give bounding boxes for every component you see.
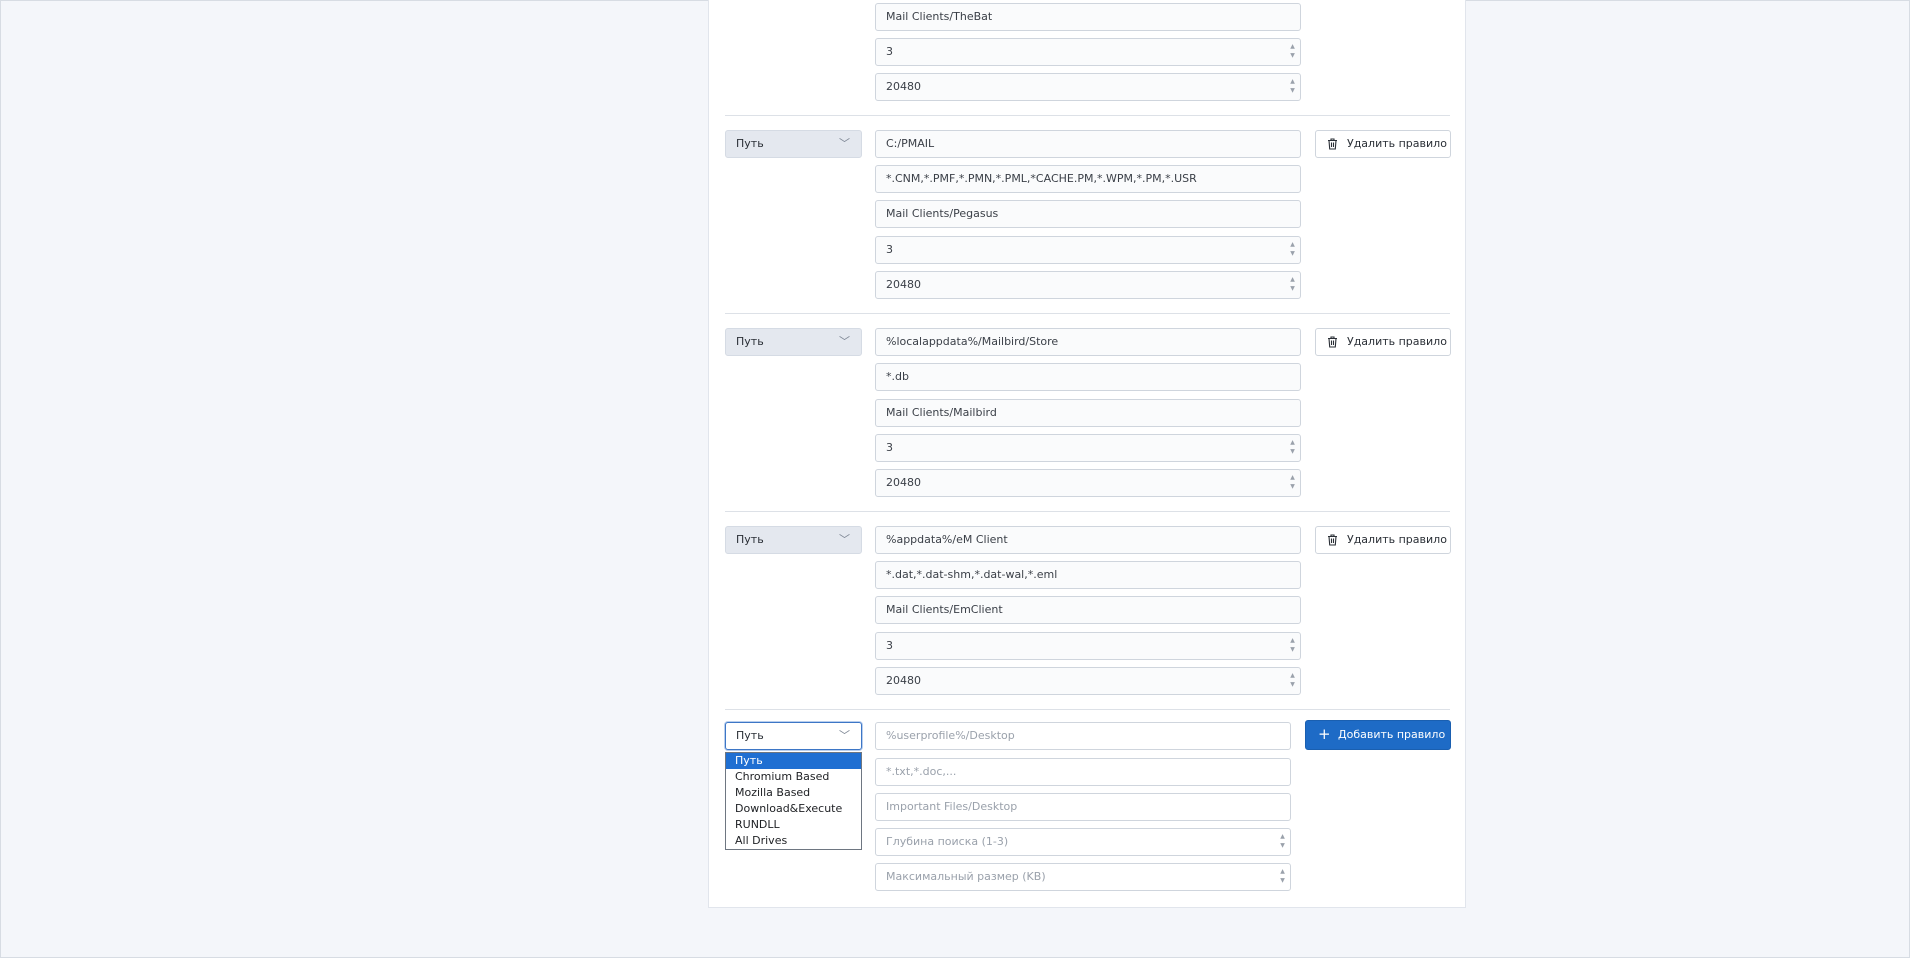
rule-depth-input[interactable]: 3 ▲ ▼	[875, 236, 1301, 264]
chevron-down-icon: ﹀	[839, 729, 850, 742]
delete-rule-button[interactable]: Удалить правило	[1315, 130, 1451, 158]
rule-mask-input[interactable]: *.CNM,*.PMF,*.PMN,*.PML,*CACHE.PM,*.WPM,…	[875, 165, 1301, 193]
spinner-arrows-icon[interactable]: ▲ ▼	[1278, 867, 1287, 887]
delete-rule-button[interactable]: Удалить правило	[1315, 526, 1451, 554]
spinner-arrows-icon[interactable]: ▲ ▼	[1288, 438, 1297, 458]
rule-separator	[725, 511, 1450, 512]
spinner-arrows-icon[interactable]: ▲ ▼	[1288, 275, 1297, 295]
rule-name-input[interactable]: Mail Clients/TheBat	[875, 3, 1301, 31]
add-rule-button[interactable]: + Добавить правило	[1305, 720, 1451, 750]
delete-rule-label: Удалить правило	[1347, 533, 1447, 546]
rule-depth-input[interactable]: 3 ▲ ▼	[875, 632, 1301, 660]
rule-name-input[interactable]: Mail Clients/Mailbird	[875, 399, 1301, 427]
chevron-down-icon: ﹀	[839, 533, 850, 546]
rule-type-select[interactable]: Путь ﹀	[725, 130, 862, 158]
spinner-arrows-icon[interactable]: ▲ ▼	[1288, 77, 1297, 97]
delete-rule-label: Удалить правило	[1347, 335, 1447, 348]
spinner-arrows-icon[interactable]: ▲ ▼	[1288, 473, 1297, 493]
new-rule-name-input[interactable]: Important Files/Desktop	[875, 793, 1291, 821]
rule-mask-input[interactable]: *.db	[875, 363, 1301, 391]
rule-path-input[interactable]: %localappdata%/Mailbird/Store	[875, 328, 1301, 356]
rule-type-select[interactable]: Путь ﹀	[725, 328, 862, 356]
rule-separator	[725, 313, 1450, 314]
chevron-down-icon: ﹀	[839, 137, 850, 150]
rule-type-dropdown[interactable]: Путь Chromium Based Mozilla Based Downlo…	[725, 752, 862, 850]
rule-name-input[interactable]: Mail Clients/EmClient	[875, 596, 1301, 624]
chevron-down-icon: ﹀	[839, 335, 850, 348]
new-rule-mask-input[interactable]: *.txt,*.doc,...	[875, 758, 1291, 786]
rule-max-size-input[interactable]: 20480 ▲ ▼	[875, 73, 1301, 101]
dropdown-option-rundll[interactable]: RUNDLL	[726, 817, 861, 833]
new-rule-depth-input[interactable]: Глубина поиска (1-3) ▲ ▼	[875, 828, 1291, 856]
rule-separator	[725, 115, 1450, 116]
spinner-arrows-icon[interactable]: ▲ ▼	[1288, 636, 1297, 656]
rules-card: Mail Clients/TheBat 3 ▲ ▼ 20480 ▲ ▼ Путь ﹀ C:…	[708, 0, 1466, 908]
new-rule-type-select[interactable]: Путь ﹀	[725, 722, 862, 750]
delete-rule-label: Удалить правило	[1347, 137, 1447, 150]
trash-icon	[1328, 138, 1337, 150]
rule-separator	[725, 709, 1450, 710]
spinner-arrows-icon[interactable]: ▲ ▼	[1278, 832, 1287, 852]
rule-path-input[interactable]: C:/PMAIL	[875, 130, 1301, 158]
rule-depth-input[interactable]: 3 ▲ ▼	[875, 38, 1301, 66]
rule-name-input[interactable]: Mail Clients/Pegasus	[875, 200, 1301, 228]
rule-max-size-input[interactable]: 20480 ▲ ▼	[875, 271, 1301, 299]
add-rule-label: Добавить правило	[1338, 728, 1446, 741]
trash-icon	[1328, 534, 1337, 546]
rule-depth-input[interactable]: 3 ▲ ▼	[875, 434, 1301, 462]
rule-type-select[interactable]: Путь ﹀	[725, 526, 862, 554]
dropdown-option-download-execute[interactable]: Download&Execute	[726, 801, 861, 817]
spinner-arrows-icon[interactable]: ▲ ▼	[1288, 671, 1297, 691]
new-rule-path-input[interactable]: %userprofile%/Desktop	[875, 722, 1291, 750]
new-rule-max-size-input[interactable]: Максимальный размер (KB) ▲ ▼	[875, 863, 1291, 891]
delete-rule-button[interactable]: Удалить правило	[1315, 328, 1451, 356]
dropdown-option-path[interactable]: Путь	[726, 753, 861, 769]
rule-mask-input[interactable]: *.dat,*.dat-shm,*.dat-wal,*.eml	[875, 561, 1301, 589]
rule-max-size-input[interactable]: 20480 ▲ ▼	[875, 469, 1301, 497]
dropdown-option-all-drives[interactable]: All Drives	[726, 833, 861, 849]
spinner-arrows-icon[interactable]: ▲ ▼	[1288, 42, 1297, 62]
plus-icon: +	[1318, 725, 1331, 743]
trash-icon	[1328, 336, 1337, 348]
spinner-arrows-icon[interactable]: ▲ ▼	[1288, 240, 1297, 260]
dropdown-option-mozilla[interactable]: Mozilla Based	[726, 785, 861, 801]
dropdown-option-chromium[interactable]: Chromium Based	[726, 769, 861, 785]
rule-max-size-input[interactable]: 20480 ▲ ▼	[875, 667, 1301, 695]
rule-path-input[interactable]: %appdata%/eM Client	[875, 526, 1301, 554]
